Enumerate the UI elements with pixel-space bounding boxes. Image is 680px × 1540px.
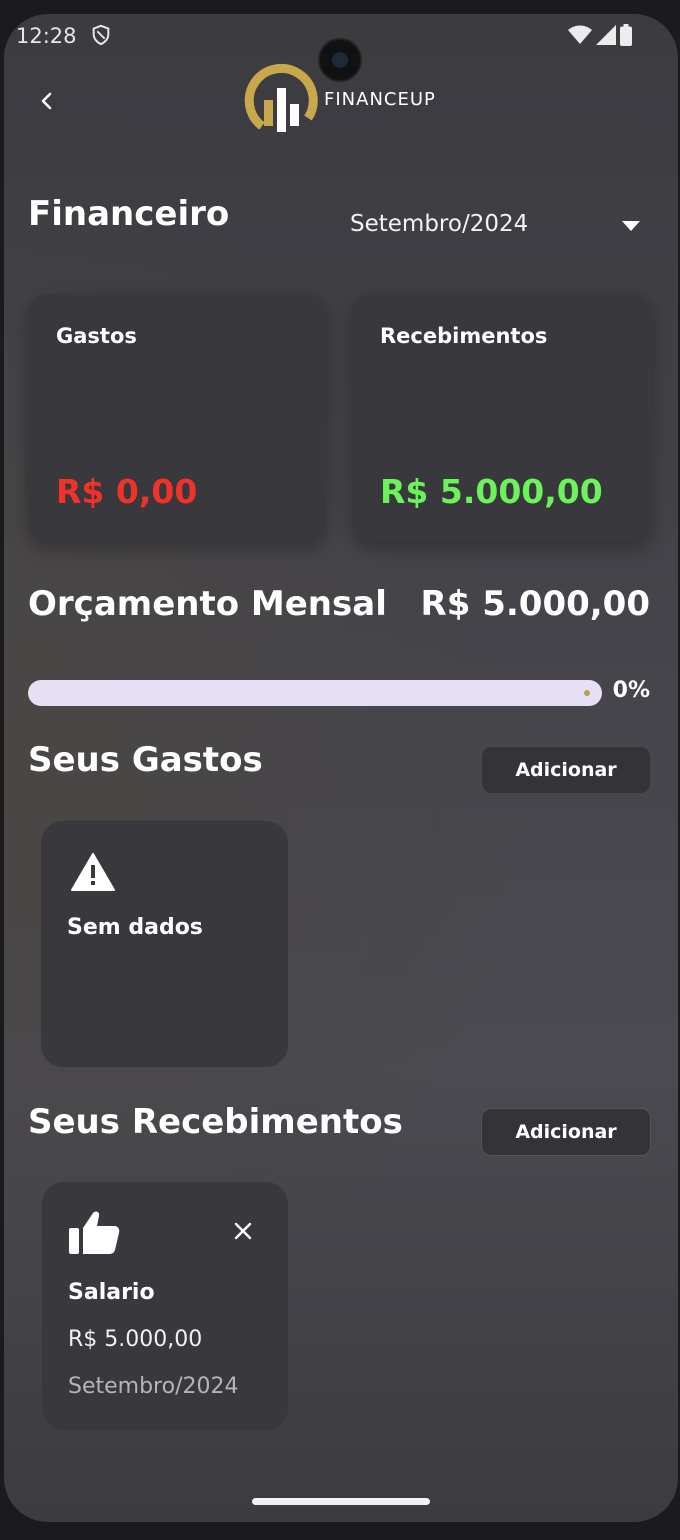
battery-icon — [620, 24, 632, 50]
recebimento-card[interactable]: Salario R$ 5.000,00 Setembro/2024 — [42, 1182, 288, 1430]
recebimento-name: Salario — [68, 1280, 155, 1305]
gastos-label: Gastos — [56, 324, 137, 348]
app-logo: FINANCEUP — [242, 60, 436, 138]
chevron-left-icon — [39, 90, 55, 116]
page-title: Financeiro — [28, 194, 230, 234]
warning-icon — [71, 853, 115, 895]
logo-mark-icon — [244, 63, 318, 132]
signal-icon — [596, 25, 616, 49]
budget-percent: 0% — [612, 678, 650, 703]
shield-icon — [90, 24, 112, 50]
add-gasto-button[interactable]: Adicionar — [482, 747, 650, 793]
empty-gastos-card: Sem dados — [41, 821, 288, 1067]
delete-recebimento-close-icon[interactable] — [234, 1222, 252, 1244]
budget-title: Orçamento Mensal — [28, 584, 387, 624]
app-screen: 12:28 FINANCEUP Financeiro Setembro/2024… — [4, 14, 678, 1522]
back-button[interactable] — [30, 86, 64, 120]
status-icons — [568, 24, 632, 50]
gastos-section-title: Seus Gastos — [28, 740, 263, 780]
wifi-icon — [568, 25, 592, 49]
recebimento-date: Setembro/2024 — [68, 1374, 239, 1399]
empty-state-text: Sem dados — [67, 915, 203, 940]
month-dropdown[interactable]: Setembro/2024 — [350, 204, 640, 244]
month-selected: Setembro/2024 — [350, 211, 529, 237]
logo-text: FINANCEUP — [324, 88, 436, 110]
gastos-value: R$ 0,00 — [56, 472, 198, 511]
recebimento-amount: R$ 5.000,00 — [68, 1327, 203, 1352]
home-indicator[interactable] — [252, 1498, 430, 1505]
dropdown-caret-icon — [622, 211, 640, 237]
recebimentos-label: Recebimentos — [380, 324, 548, 348]
budget-value: R$ 5.000,00 — [420, 584, 650, 624]
add-recebimento-button[interactable]: Adicionar — [481, 1108, 651, 1156]
thumbs-up-icon — [68, 1210, 120, 1260]
gastos-summary-card: Gastos R$ 0,00 — [28, 294, 326, 542]
recebimentos-value: R$ 5.000,00 — [380, 472, 603, 511]
progress-indicator-dot — [584, 690, 590, 696]
recebimentos-section-title: Seus Recebimentos — [28, 1102, 403, 1142]
status-time: 12:28 — [16, 24, 77, 48]
budget-progress-bar — [28, 680, 602, 706]
recebimentos-summary-card: Recebimentos R$ 5.000,00 — [352, 294, 652, 542]
